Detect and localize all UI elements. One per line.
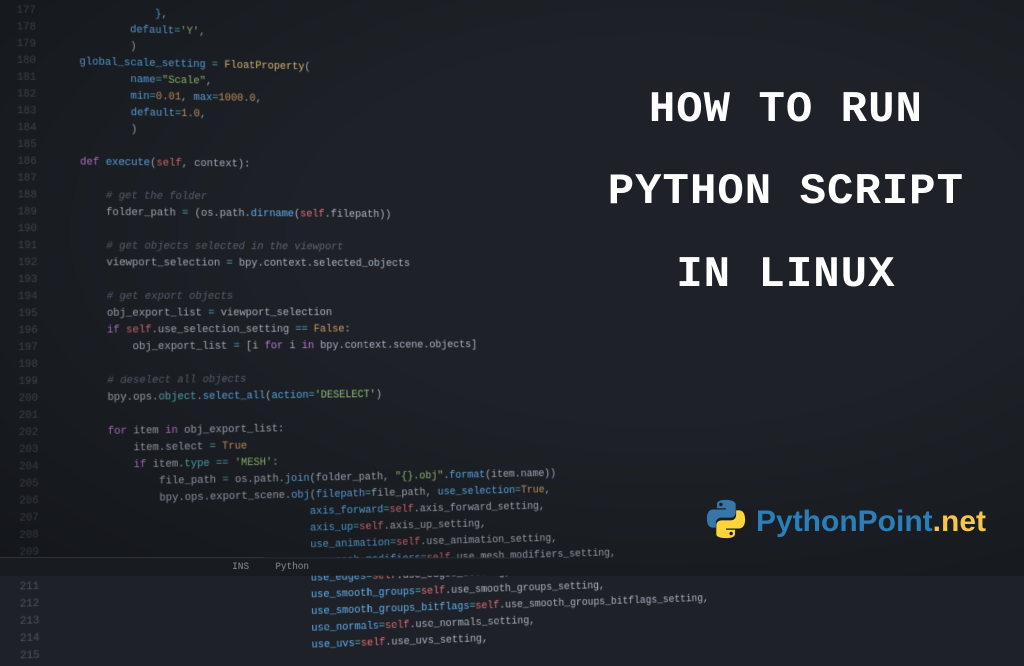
title-line-1: HOW TO RUN: [608, 75, 964, 145]
code-line: 194 # get export objects: [6, 289, 579, 306]
line-number: 193: [6, 272, 38, 289]
code-content: # deselect all objects: [56, 372, 247, 391]
brand-logo: PythonPoint.net: [706, 499, 986, 544]
code-content: folder_path = (os.path.dirname(self.file…: [55, 205, 392, 224]
line-number: 194: [6, 289, 38, 306]
python-logo-icon: [706, 499, 746, 544]
code-content: # get objects selected in the viewport: [55, 238, 344, 256]
line-number: 213: [8, 613, 40, 631]
line-number: 207: [7, 510, 39, 528]
line-number: 187: [5, 170, 37, 187]
code-content: # get export objects: [55, 289, 233, 306]
code-line: 191 # get objects selected in the viewpo…: [6, 238, 578, 257]
line-number: 198: [6, 357, 38, 374]
line-number: 204: [7, 459, 39, 477]
brand-text: PythonPoint.net: [756, 505, 986, 539]
code-content: viewport_selection = bpy.context.selecte…: [55, 255, 410, 272]
line-number: 185: [5, 137, 37, 154]
code-editor-background: 177 },178 default='Y',179 )180 global_sc…: [0, 2, 584, 578]
line-number: 192: [6, 255, 38, 272]
line-number: 178: [5, 19, 36, 37]
line-number: 182: [5, 86, 36, 103]
code-content: def execute(self, context):: [54, 154, 250, 173]
line-number: 195: [6, 306, 38, 323]
line-number: 199: [6, 374, 38, 391]
code-content: ): [54, 121, 137, 139]
title-line-3: IN LINUX: [608, 240, 964, 310]
line-number: 205: [7, 476, 39, 494]
line-number: 177: [5, 2, 36, 20]
line-number: 180: [5, 53, 36, 70]
code-content: obj_export_list = viewport_selection: [55, 305, 332, 322]
headline-title: HOW TO RUN PYTHON SCRIPT IN LINUX: [608, 75, 964, 322]
line-number: 184: [5, 120, 37, 137]
code-content: # get the folder: [55, 188, 208, 206]
title-line-2: PYTHON SCRIPT: [608, 157, 964, 227]
line-number: 181: [5, 69, 36, 86]
line-number: 212: [7, 596, 39, 614]
status-language: Python: [275, 562, 309, 573]
line-number: 215: [8, 648, 40, 666]
code-content: obj_export_list = [i for i in bpy.contex…: [55, 338, 477, 357]
line-number: 196: [6, 323, 38, 340]
line-number: 203: [7, 442, 39, 460]
code-content: ): [54, 37, 137, 56]
line-number: 211: [7, 579, 39, 597]
line-number: 186: [5, 154, 37, 171]
code-content: for item in obj_export_list:: [56, 421, 284, 441]
line-number: 197: [6, 340, 38, 357]
line-number: 208: [7, 527, 39, 545]
line-number: 201: [7, 408, 39, 425]
line-number: 188: [5, 187, 37, 204]
line-number: 200: [6, 391, 38, 408]
brand-name: PythonPoint: [756, 505, 933, 538]
line-number: 189: [6, 204, 38, 221]
line-number: 179: [5, 36, 36, 54]
brand-tld: .net: [933, 505, 986, 538]
status-mode: INS: [232, 562, 249, 573]
editor-statusbar: INS Python: [0, 557, 525, 576]
line-number: 214: [8, 630, 40, 648]
line-number: 206: [7, 493, 39, 511]
line-number: 190: [6, 221, 38, 238]
line-number: 183: [5, 103, 37, 120]
code-line: 192 viewport_selection = bpy.context.sel…: [6, 255, 578, 273]
line-number: 191: [6, 238, 38, 255]
line-number: 202: [7, 425, 39, 443]
code-content: if self.use_selection_setting == False:: [55, 322, 350, 340]
code-line: 193: [6, 272, 578, 289]
